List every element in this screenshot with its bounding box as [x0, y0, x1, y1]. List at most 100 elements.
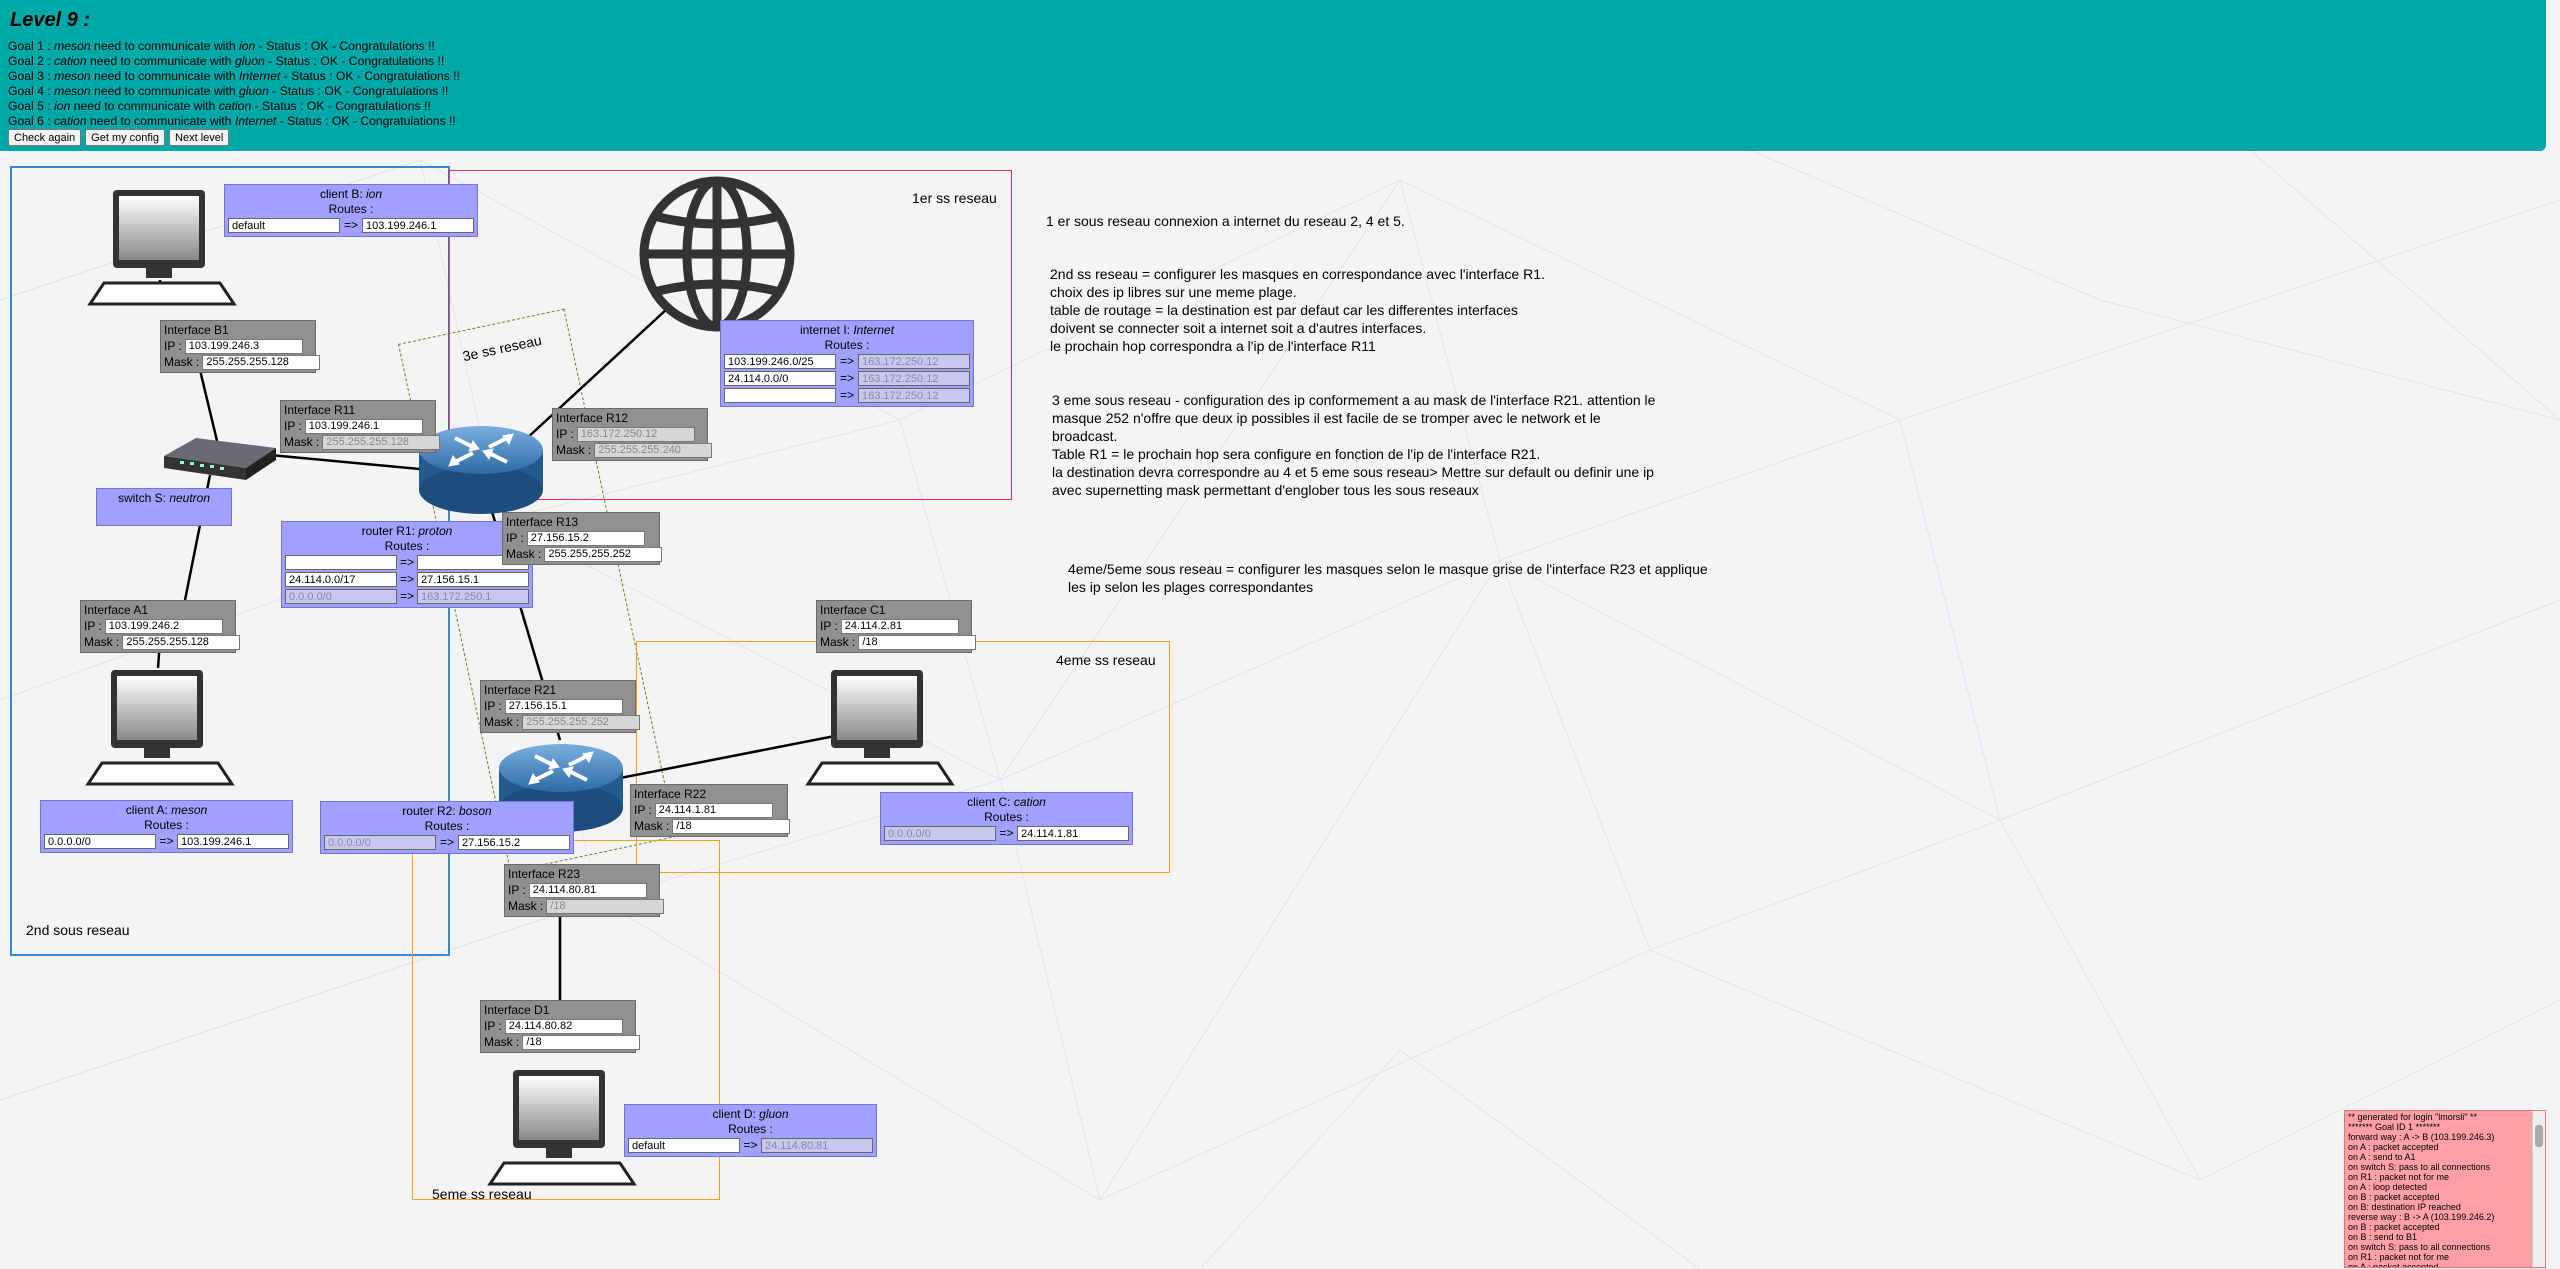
interface-r13-panel: Interface R13 IP : Mask :	[502, 512, 663, 565]
route-arrow: =>	[400, 572, 415, 586]
ip-row: IP :	[84, 618, 232, 634]
mask-input[interactable]	[202, 354, 321, 370]
route-destination-input[interactable]	[724, 371, 836, 386]
mask-row: Mask :	[556, 442, 713, 458]
route-hop-input[interactable]	[176, 834, 289, 849]
goal-status: - Status : OK - Congratulations !!	[251, 99, 431, 113]
log-line: reverse way : B -> A (103.199.246.2)	[2348, 1212, 2495, 1222]
ip-row: IP :	[820, 618, 968, 634]
mask-input[interactable]	[858, 634, 977, 650]
goal-target: gluon	[239, 84, 269, 98]
mask-label: Mask :	[484, 1034, 520, 1049]
route-row: =>	[724, 353, 970, 370]
get-config-button[interactable]: Get my config	[85, 129, 166, 146]
mask-row: Mask :	[508, 898, 665, 914]
goal-source: meson	[54, 84, 91, 98]
route-arrow: =>	[839, 388, 854, 402]
log-line: on switch S: pass to all connections	[2348, 1242, 2491, 1252]
route-hop-input[interactable]	[1016, 826, 1129, 841]
interface-d1-panel: Interface D1 IP : Mask :	[480, 1000, 641, 1053]
ip-input[interactable]	[104, 618, 223, 634]
route-destination-input	[324, 835, 436, 850]
note-line: doivent se connecter soit a internet soi…	[1050, 320, 1427, 336]
mask-input[interactable]	[122, 634, 241, 650]
ip-row: IP :	[164, 338, 312, 354]
ip-input[interactable]	[528, 882, 647, 898]
mask-input[interactable]	[522, 1034, 641, 1050]
device-name: gluon	[759, 1107, 789, 1121]
note-line: le prochain hop correspondra a l'ip de l…	[1050, 338, 1376, 354]
goal-prefix: Goal 6 :	[8, 114, 55, 128]
ip-input[interactable]	[184, 338, 303, 354]
goal-status: - Status : OK - Congratulations !!	[255, 39, 435, 53]
switch-icon[interactable]	[160, 434, 280, 484]
router-r1-title: router R1: proton	[285, 524, 529, 539]
mask-input[interactable]	[672, 818, 791, 834]
client-b-panel: client B: ion Routes : =>	[224, 184, 478, 237]
goal-source: meson	[54, 39, 91, 53]
goal-item: Goal 3 : meson need to communicate with …	[8, 69, 460, 84]
log-line: ** generated for login "lmorsli" **	[2348, 1112, 2477, 1122]
interface-title: Interface R12	[556, 411, 629, 425]
client-a-computer-icon[interactable]	[82, 668, 238, 786]
routes-label: Routes :	[144, 818, 189, 832]
log-scroll-thumb[interactable]	[2535, 1125, 2543, 1147]
device-name: ion	[366, 187, 383, 201]
note-line: 2nd ss reseau = configurer les masques e…	[1050, 266, 1545, 282]
route-destination-input[interactable]	[285, 555, 397, 570]
route-arrow: =>	[839, 354, 854, 368]
simulation-log[interactable]: ** generated for login "lmorsli" ** *****…	[2344, 1110, 2546, 1268]
ip-input[interactable]	[504, 698, 623, 714]
routes-label: Routes :	[824, 338, 870, 352]
log-scrollbar[interactable]	[2532, 1111, 2545, 1267]
route-destination-input[interactable]	[724, 388, 836, 403]
ip-row: IP :	[484, 1018, 632, 1034]
route-row: =>	[884, 825, 1129, 842]
level-header: Level 9 : Goal 1 : meson need to communi…	[0, 0, 2546, 151]
check-again-button[interactable]: Check again	[8, 129, 82, 146]
ip-input[interactable]	[654, 802, 773, 818]
device-name: boson	[459, 804, 492, 818]
route-destination-input[interactable]	[228, 218, 340, 233]
route-hop-input[interactable]	[457, 835, 570, 850]
client-d-computer-icon[interactable]	[484, 1068, 640, 1186]
internet-globe-icon[interactable]	[637, 174, 797, 334]
client-c-computer-icon[interactable]	[802, 668, 958, 786]
ip-input[interactable]	[526, 530, 645, 546]
ip-input[interactable]	[304, 418, 423, 434]
mask-input	[546, 898, 665, 914]
route-destination-input[interactable]	[724, 354, 836, 369]
route-destination-input	[285, 589, 397, 604]
route-destination-input	[884, 826, 996, 841]
route-row: =>	[628, 1137, 873, 1154]
route-destination-input[interactable]	[628, 1138, 740, 1153]
route-destination-input[interactable]	[44, 834, 156, 849]
note-line: la destination devra correspondre au 4 e…	[1052, 464, 1654, 480]
ip-label: IP :	[508, 882, 526, 897]
goal-prefix: Goal 5 :	[8, 99, 55, 113]
internet-panel: internet I: Internet Routes : => => =>	[720, 320, 974, 407]
note-subnet-3: 3 eme sous reseau - configuration des ip…	[1052, 391, 1655, 499]
ip-label: IP :	[506, 530, 524, 545]
ip-input[interactable]	[840, 618, 959, 634]
route-hop-input[interactable]	[361, 218, 474, 233]
ip-input[interactable]	[504, 1018, 623, 1034]
log-text: ** generated for login "lmorsli" ** *****…	[2348, 1112, 2531, 1267]
mask-input[interactable]	[544, 546, 663, 562]
route-hop-input	[760, 1138, 873, 1153]
route-destination-input[interactable]	[285, 572, 397, 587]
mask-row: Mask :	[284, 434, 441, 450]
ip-row: IP :	[284, 418, 432, 434]
goal-item: Goal 6 : cation need to communicate with…	[8, 114, 460, 129]
route-hop-input[interactable]	[417, 572, 530, 587]
interface-c1-panel: Interface C1 IP : Mask :	[816, 600, 977, 653]
mask-label: Mask :	[508, 898, 544, 913]
client-b-computer-icon[interactable]	[84, 188, 240, 306]
goal-target: Internet	[234, 114, 277, 128]
switch-panel: switch S: neutron	[96, 488, 232, 526]
interface-title: Interface R11	[284, 403, 356, 417]
switch-title: switch S: neutron	[100, 491, 228, 506]
next-level-button[interactable]: Next level	[169, 129, 230, 146]
subnet-5-label: 5eme ss reseau	[432, 1186, 532, 1202]
goal-prefix: Goal 2 :	[8, 54, 55, 68]
